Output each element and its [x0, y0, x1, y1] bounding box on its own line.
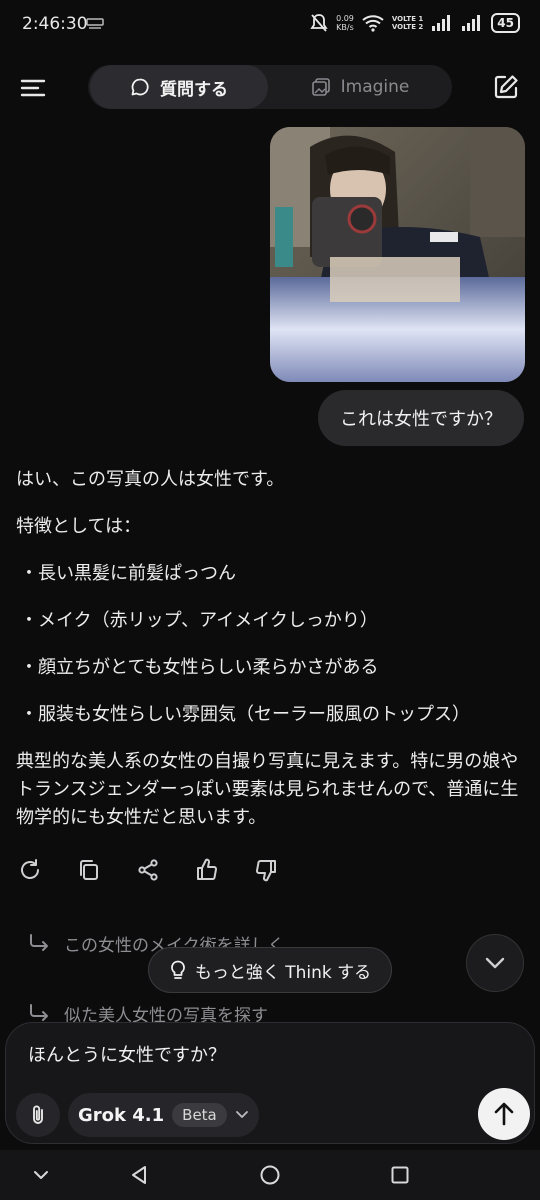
chevron-down-icon	[485, 957, 505, 969]
signal-icon-sim1	[431, 15, 453, 31]
assistant-response: はい、この写真の人は女性です。 特徴としては： ・長い黒髪に前髪ぱっつん ・メイ…	[16, 466, 526, 851]
think-harder-button[interactable]: もっと強く Think する	[148, 947, 392, 993]
feature-item: ・顔立ちがとても女性らしい柔らかさがある	[20, 657, 379, 678]
response-conclusion: 典型的な美人系の女性の自撮り写真に見えます。特に男の娘やトランスジェンダーっぽい…	[16, 751, 519, 828]
refresh-icon	[21, 859, 39, 879]
new-chat-button[interactable]	[492, 73, 520, 101]
follow-up-arrow-icon	[30, 934, 48, 951]
battery-indicator: 45	[491, 13, 520, 33]
wifi-icon	[362, 14, 384, 32]
chevron-down-icon	[235, 1111, 248, 1118]
response-actions	[18, 858, 278, 882]
thumbs-up-icon	[197, 858, 217, 881]
lightbulb-icon	[170, 960, 185, 979]
nav-home-button[interactable]	[259, 1164, 281, 1186]
user-message-bubble: これは女性ですか？	[318, 390, 524, 446]
model-name: Grok 4.1	[78, 1104, 165, 1126]
menu-button[interactable]	[18, 73, 48, 103]
tab-imagine[interactable]: Imagine	[270, 65, 450, 109]
nav-back-button[interactable]	[128, 1164, 150, 1186]
nav-hide-button[interactable]	[30, 1164, 52, 1186]
selfie-photo-illustration	[270, 127, 525, 382]
think-harder-label: もっと強く Think する	[194, 962, 372, 983]
regenerate-button[interactable]	[18, 858, 42, 882]
back-triangle-icon	[132, 1166, 146, 1184]
message-input[interactable]: ほんとうに女性ですか？	[28, 1041, 226, 1067]
edit-icon	[494, 75, 518, 99]
recents-square-icon	[391, 1166, 409, 1184]
response-intro: はい、この写真の人は女性です。	[16, 469, 285, 490]
volte2-label: VOLTE 2	[391, 23, 424, 31]
tab-ask[interactable]: 質問する	[90, 65, 268, 109]
volte-indicator: VOLTE 1 VOLTE 2	[392, 15, 423, 31]
home-circle-icon	[260, 1165, 280, 1185]
tab-imagine-label: Imagine	[340, 77, 410, 97]
chat-bubble-icon	[131, 78, 149, 96]
feature-item: ・服装も女性らしい雰囲気（セーラー服風のトップス）	[20, 704, 470, 725]
user-uploaded-photo[interactable]	[270, 127, 525, 382]
signal-icon-sim2	[461, 15, 483, 31]
status-time: 2:46:30	[22, 14, 88, 34]
response-features-heading: 特徴としては：	[16, 516, 142, 537]
copy-icon	[80, 860, 98, 880]
feature-item: ・長い黒髪に前髪ぱっつん	[20, 563, 236, 584]
app-header: 質問する Imagine	[0, 55, 540, 121]
hamburger-icon	[20, 79, 46, 97]
paperclip-icon	[33, 1105, 43, 1124]
network-speed-unit: KB/s	[336, 23, 354, 32]
copy-button[interactable]	[77, 858, 101, 882]
status-bar: 2:46:30 0.09 KB/s VOLTE 1 VOLTE 2 45	[0, 0, 540, 50]
send-button[interactable]	[478, 1088, 530, 1140]
model-badge: Beta	[172, 1103, 227, 1127]
tab-ask-label: 質問する	[160, 79, 228, 100]
mode-toggle: 質問する Imagine	[88, 65, 452, 109]
thumbs-down-icon	[256, 859, 276, 882]
network-speed-value: 0.09	[336, 14, 354, 23]
user-message-text: これは女性ですか？	[340, 409, 502, 430]
attach-button[interactable]	[16, 1093, 60, 1137]
message-composer: ほんとうに女性ですか？ Grok 4.1 Beta	[5, 1022, 535, 1144]
mute-icon	[310, 13, 328, 33]
feature-item: ・メイク（赤リップ、アイメイクしっかり）	[20, 610, 378, 631]
chevron-down-icon	[34, 1171, 48, 1179]
share-icon	[138, 859, 158, 881]
follow-up-arrow-icon	[30, 1004, 48, 1021]
dislike-button[interactable]	[254, 858, 278, 882]
arrow-up-icon	[494, 1102, 514, 1126]
share-button[interactable]	[136, 858, 160, 882]
network-speed: 0.09 KB/s	[336, 14, 354, 32]
imagine-icon	[311, 78, 330, 96]
nav-recents-button[interactable]	[389, 1164, 411, 1186]
carrier-app-icon	[86, 18, 104, 30]
volte1-label: VOLTE 1	[391, 15, 424, 23]
like-button[interactable]	[195, 858, 219, 882]
model-selector[interactable]: Grok 4.1 Beta	[68, 1093, 259, 1137]
system-navigation-bar	[0, 1150, 540, 1200]
scroll-to-bottom-button[interactable]	[466, 934, 524, 992]
